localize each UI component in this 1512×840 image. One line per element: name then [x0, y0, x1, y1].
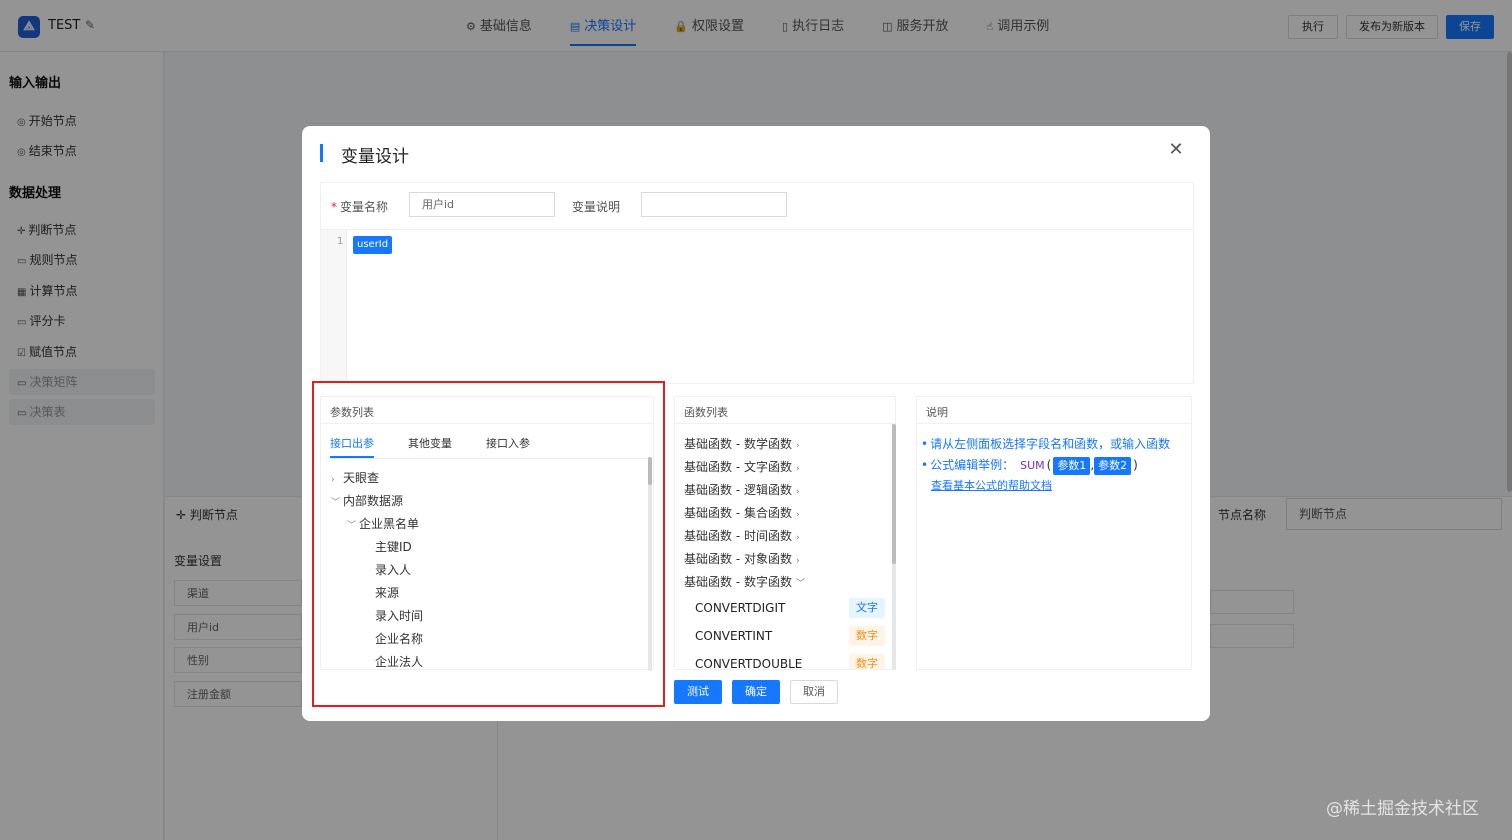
editor-gutter: 1	[321, 230, 347, 384]
function-category-label: 基础函数 - 数学函数	[684, 437, 792, 451]
function-category[interactable]: 基础函数 - 时间函数 ›	[684, 527, 800, 544]
highlight-annotation-box	[312, 381, 665, 707]
functions-panel: 函数列表 基础函数 - 数学函数 › 基础函数 - 文字函数 › 基础函数 - 逻辑函数…	[674, 396, 896, 670]
divider	[917, 423, 1191, 424]
scroll-thumb[interactable]	[892, 424, 896, 564]
help-panel: 说明 • 请从左侧面板选择字段名和函数，或输入函数 • 公式编辑举例： SUM(参数1…	[916, 396, 1192, 670]
help-line: • 请从左侧面板选择字段名和函数，或输入函数	[921, 437, 1171, 451]
title-accent-bar	[320, 144, 323, 162]
variable-desc-input[interactable]	[641, 192, 787, 217]
chevron-down-icon: ﹀	[795, 579, 805, 589]
close-icon[interactable]: ✕	[1166, 140, 1186, 160]
arg-token: 参数2	[1094, 457, 1132, 475]
function-category[interactable]: 基础函数 - 集合函数 ›	[684, 504, 800, 521]
function-type-badge: 数字	[849, 626, 885, 646]
chevron-right-icon: ›	[795, 487, 800, 497]
function-category[interactable]: 基础函数 - 逻辑函数 ›	[684, 481, 800, 498]
chevron-right-icon: ›	[795, 510, 800, 520]
chevron-right-icon: ›	[795, 556, 800, 566]
function-category-label: 基础函数 - 文字函数	[684, 460, 792, 474]
help-example: • 公式编辑举例： SUM(参数1, 参数2)	[921, 456, 1138, 475]
chevron-right-icon: ›	[795, 441, 800, 451]
modal-title: 变量设计	[341, 147, 409, 167]
variable-design-modal: 变量设计 ✕ * 变量名称 用户id 变量说明 1 userId 参数列表 接口出…	[302, 126, 1210, 721]
watermark: @稀土掘金技术社区	[1326, 799, 1479, 819]
cancel-button[interactable]: 取消	[790, 680, 838, 704]
chevron-right-icon: ›	[795, 533, 800, 543]
functions-panel-title: 函数列表	[684, 406, 728, 419]
variable-name-label: * 变量名称	[331, 200, 389, 214]
sum-function: SUM	[1020, 459, 1045, 472]
function-category-label: 基础函数 - 逻辑函数	[684, 483, 792, 497]
bullet-icon: •	[921, 437, 929, 451]
required-mark: *	[331, 200, 337, 214]
functions-scrollbar[interactable]	[892, 424, 896, 670]
function-item[interactable]: CONVERTINT	[695, 629, 772, 643]
variable-form: * 变量名称 用户id 变量说明 1 userId	[320, 182, 1194, 384]
formula-token[interactable]: userId	[353, 236, 393, 254]
function-category[interactable]: 基础函数 - 数字函数 ﹀	[684, 573, 805, 590]
chevron-right-icon: ›	[795, 464, 800, 474]
test-button[interactable]: 测试	[674, 680, 722, 704]
function-category[interactable]: 基础函数 - 数学函数 ›	[684, 435, 800, 452]
arg-token: 参数1	[1053, 457, 1091, 475]
function-category-label: 基础函数 - 时间函数	[684, 529, 792, 543]
function-type-badge: 文字	[849, 598, 885, 618]
function-item[interactable]: CONVERTDOUBLE	[695, 657, 802, 669]
divider	[675, 423, 895, 424]
help-panel-title: 说明	[926, 406, 948, 419]
function-category-label: 基础函数 - 数字函数	[684, 575, 792, 589]
line-number: 1	[337, 236, 344, 247]
confirm-button[interactable]: 确定	[732, 680, 780, 704]
variable-name-input[interactable]: 用户id	[409, 192, 555, 217]
function-type-badge: 数字	[849, 654, 885, 669]
help-doc-link[interactable]: 查看基本公式的帮助文档	[931, 477, 1052, 493]
function-category[interactable]: 基础函数 - 文字函数 ›	[684, 458, 800, 475]
formula-editor[interactable]: 1 userId	[321, 229, 1193, 384]
bullet-icon: •	[921, 458, 929, 472]
function-category-label: 基础函数 - 集合函数	[684, 506, 792, 520]
function-category-label: 基础函数 - 对象函数	[684, 552, 792, 566]
variable-desc-label: 变量说明	[572, 200, 621, 214]
function-item[interactable]: CONVERTDIGIT	[695, 601, 785, 615]
function-category[interactable]: 基础函数 - 对象函数 ›	[684, 550, 800, 567]
